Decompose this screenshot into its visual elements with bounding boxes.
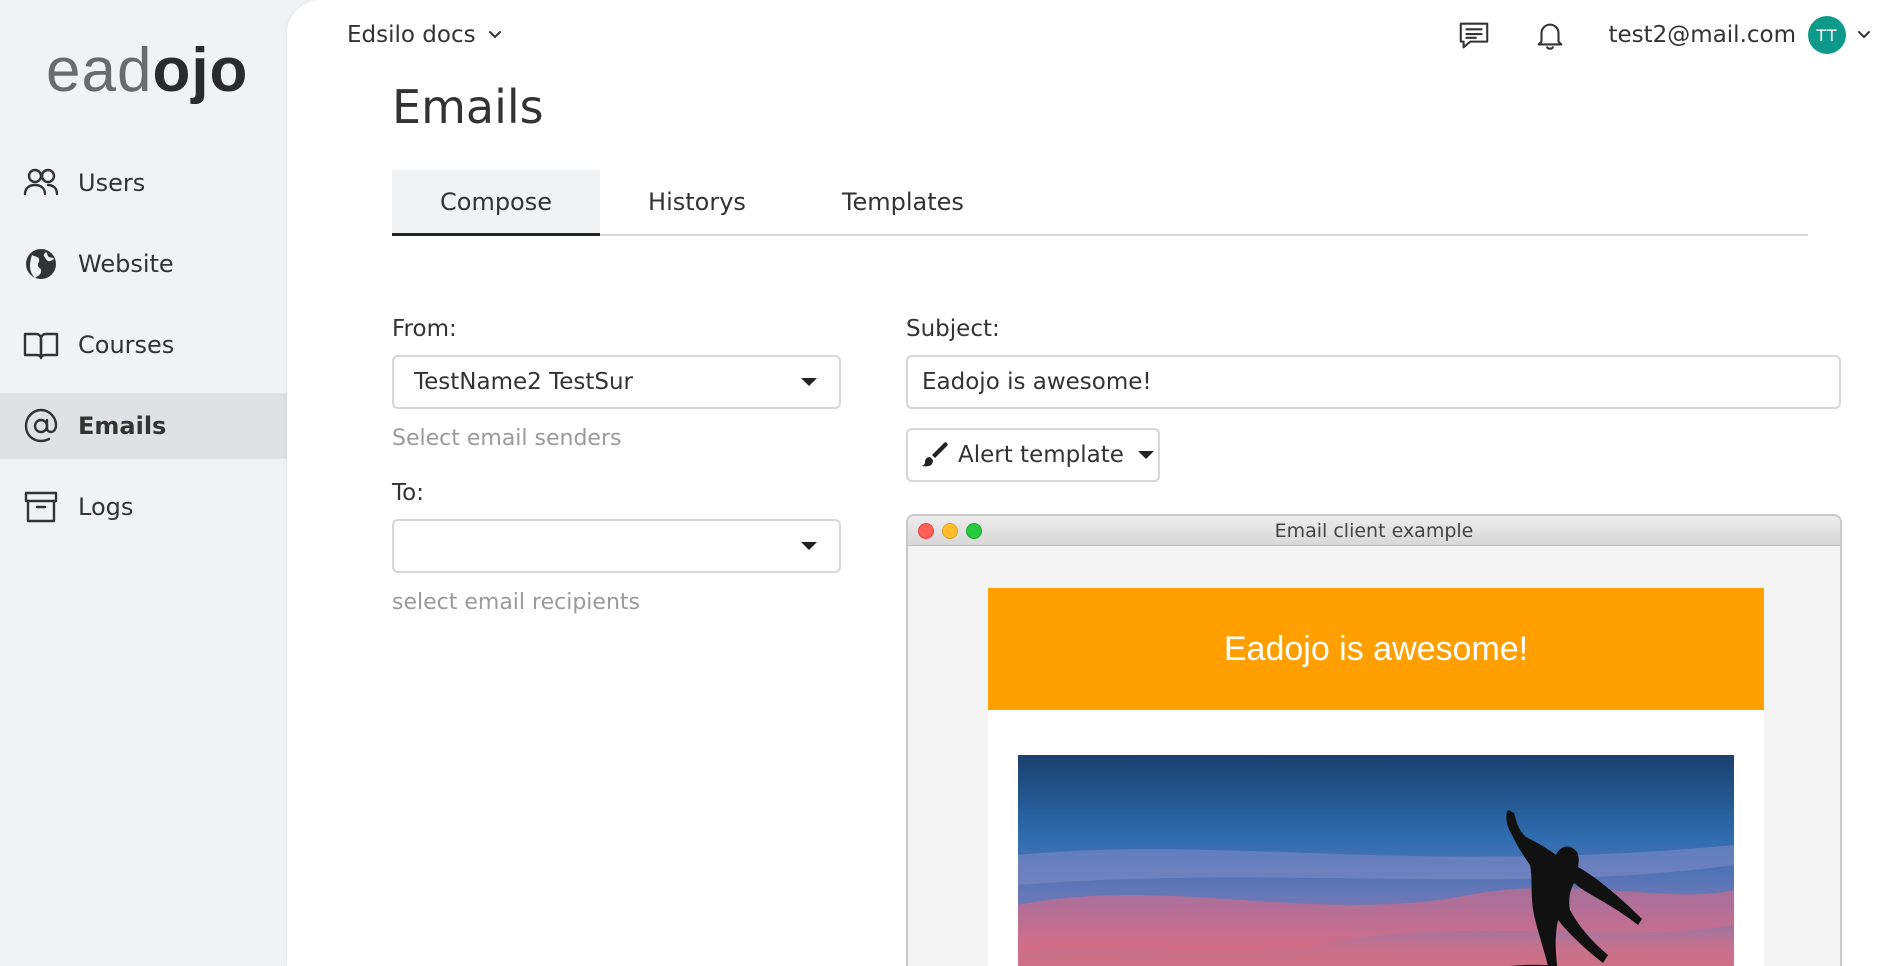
from-select[interactable]: TestName2 TestSur: [392, 355, 841, 409]
bell-icon[interactable]: [1532, 17, 1568, 53]
at-icon: [22, 407, 60, 445]
email-header-banner: Eadojo is awesome!: [988, 588, 1764, 710]
email-hero-image: [1018, 755, 1734, 966]
main-panel: Edsilo docs test2@mail.com TT Emails Com…: [287, 0, 1900, 966]
users-icon: [22, 164, 60, 202]
template-button-label: Alert template: [958, 442, 1124, 468]
from-label: From:: [392, 316, 457, 342]
tab-templates[interactable]: Templates: [794, 170, 1012, 234]
workspace-name: Edsilo docs: [347, 22, 476, 48]
tab-compose[interactable]: Compose: [392, 170, 601, 236]
to-label: To:: [392, 480, 424, 506]
logo-part-1: ead: [46, 36, 153, 105]
sidebar-item-label: Users: [78, 169, 146, 197]
tab-historys[interactable]: Historys: [600, 170, 794, 234]
logo[interactable]: eadojo: [46, 36, 248, 106]
subject-label: Subject:: [906, 316, 1000, 342]
sidebar-item-users[interactable]: Users: [0, 150, 287, 216]
window-title: Email client example: [1274, 520, 1474, 542]
email-client-preview: Email client example Eadojo is awesome!: [906, 514, 1842, 966]
subject-input[interactable]: [906, 355, 1841, 409]
sidebar-item-label: Courses: [78, 331, 175, 359]
avatar[interactable]: TT: [1808, 16, 1846, 54]
sidebar-item-label: Emails: [78, 412, 167, 440]
from-value: TestName2 TestSur: [414, 369, 634, 395]
window-titlebar: Email client example: [908, 516, 1840, 546]
sidebar: eadojo Users Website Courses Emails Logs: [0, 0, 287, 966]
sidebar-item-emails[interactable]: Emails: [0, 393, 287, 459]
messages-icon[interactable]: [1456, 17, 1492, 53]
chevron-down-icon[interactable]: [1856, 27, 1872, 43]
chevron-down-icon: [488, 31, 501, 39]
caret-down-icon: [1137, 451, 1154, 459]
topbar-actions: test2@mail.com TT: [1456, 16, 1872, 54]
sidebar-item-label: Logs: [78, 493, 134, 521]
book-icon: [22, 326, 60, 364]
logo-part-2: ojo: [152, 36, 249, 105]
sidebar-item-website[interactable]: Website: [0, 231, 287, 297]
sidebar-nav: Users Website Courses Emails Logs: [0, 150, 287, 555]
from-hint: Select email senders: [392, 426, 622, 451]
user-email[interactable]: test2@mail.com: [1608, 22, 1796, 48]
tab-bar: Compose Historys Templates: [392, 170, 1808, 236]
sidebar-item-courses[interactable]: Courses: [0, 312, 287, 378]
globe-icon: [22, 245, 60, 283]
paintbrush-icon: [922, 442, 948, 467]
to-select[interactable]: [392, 519, 841, 573]
caret-down-icon: [801, 378, 817, 386]
sidebar-item-logs[interactable]: Logs: [0, 474, 287, 540]
caret-down-icon: [801, 542, 817, 550]
page-title: Emails: [392, 80, 544, 134]
archive-icon: [22, 488, 60, 526]
email-body: Eadojo is awesome!: [988, 588, 1764, 966]
workspace-selector[interactable]: Edsilo docs: [347, 22, 502, 48]
to-hint: select email recipients: [392, 590, 640, 615]
sidebar-item-label: Website: [78, 250, 174, 278]
template-select-button[interactable]: Alert template: [906, 428, 1160, 482]
